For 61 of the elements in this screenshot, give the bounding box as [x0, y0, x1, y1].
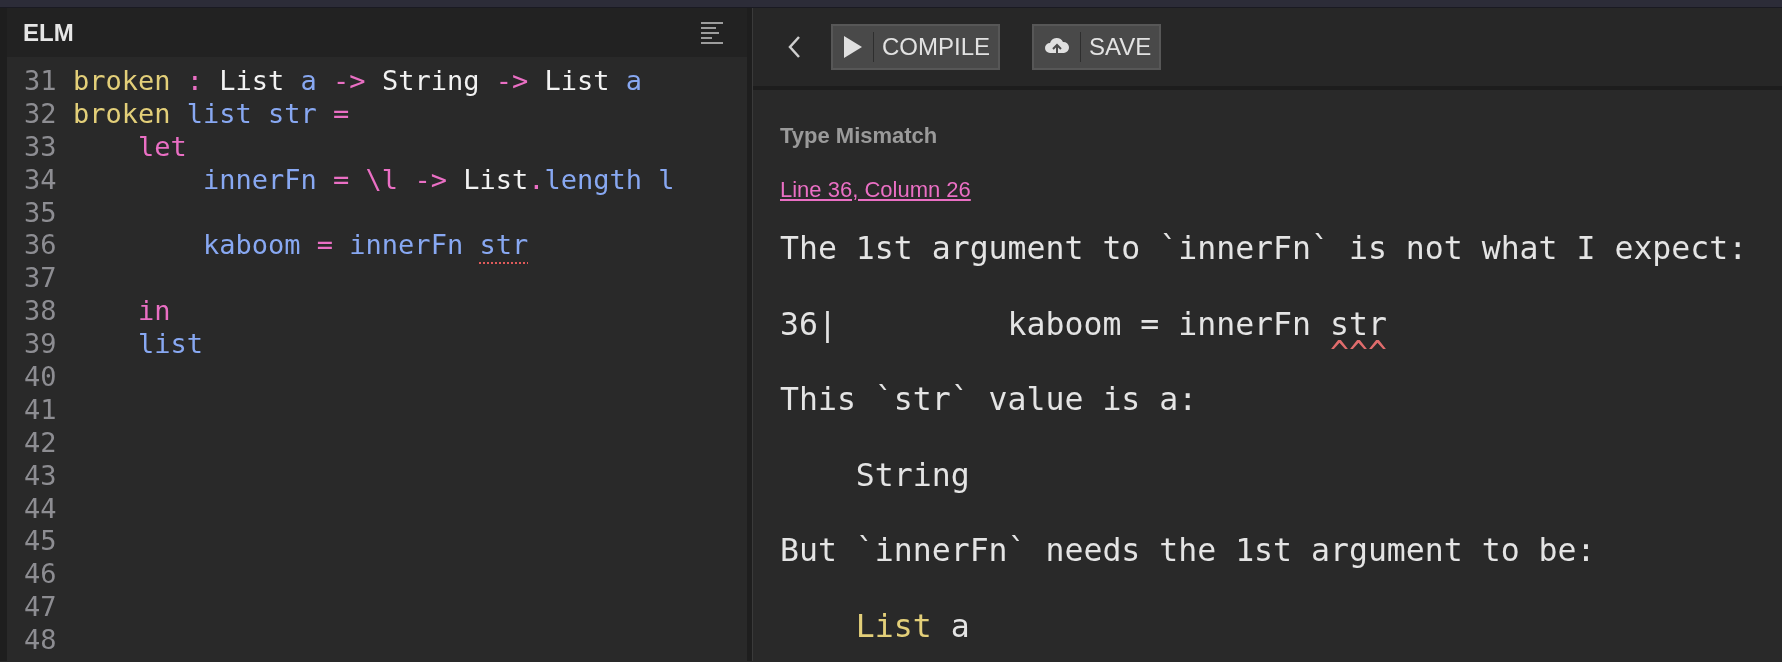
line-number: 48: [23, 624, 58, 658]
type-name: List: [462, 163, 529, 195]
identifier: innerFn: [348, 229, 465, 261]
operator: ->: [494, 65, 529, 96]
operator: ->: [413, 163, 447, 195]
type-name: List: [543, 65, 610, 96]
operator: :: [185, 65, 204, 96]
message-text: a: [949, 607, 970, 644]
identifier: l: [657, 163, 675, 195]
line-number: 36: [23, 229, 58, 263]
identifier: length: [544, 163, 642, 195]
operator: =: [315, 229, 334, 261]
type-name: String: [380, 65, 480, 96]
operator: =: [332, 97, 350, 129]
type-name: List: [218, 65, 285, 96]
line-number: 31: [23, 65, 58, 98]
identifier: str: [479, 229, 529, 261]
line-number: 43: [23, 459, 58, 493]
line-number: 37: [23, 262, 58, 296]
identifier: a: [624, 65, 642, 96]
editor-title: ELM: [23, 17, 74, 48]
back-chevron-icon[interactable]: [787, 35, 801, 59]
line-number: 42: [23, 426, 58, 460]
line-number: 45: [23, 525, 58, 559]
line-number: 47: [23, 591, 58, 625]
keyword: in: [137, 295, 171, 327]
error-caret: ^^^: [1328, 335, 1387, 372]
function-name: broken: [73, 65, 171, 96]
line-number: 32: [23, 97, 58, 131]
line-number: 39: [23, 328, 58, 361]
identifier: list: [185, 97, 252, 129]
operator: .: [528, 163, 545, 195]
message-text: String: [854, 456, 970, 493]
play-icon: [843, 35, 863, 59]
function-name: broken: [73, 97, 171, 129]
operator: ->: [332, 65, 366, 96]
line-number: 40: [23, 361, 58, 394]
line-number: 41: [23, 393, 58, 427]
message-text: But `innerFn` needs the 1st argument to be:: [780, 532, 1596, 569]
keyword: let: [137, 130, 187, 162]
identifier: list: [137, 328, 204, 360]
identifier: innerFn: [202, 163, 317, 195]
line-number: 44: [23, 492, 58, 526]
line-number: 38: [23, 295, 58, 329]
message-text: The 1st argument to `innerFn` is not what I expect:: [780, 230, 1748, 266]
line-number: 33: [23, 130, 58, 164]
operator: =: [332, 163, 350, 195]
compile-button[interactable]: COMPILE: [831, 24, 1001, 70]
line-number: 34: [23, 163, 58, 197]
error-location-link[interactable]: Line 36, Column 26: [780, 177, 971, 202]
save-button[interactable]: SAVE: [1032, 24, 1162, 70]
error-title: Type Mismatch: [780, 122, 939, 150]
line-number: 46: [23, 558, 58, 592]
type-name: List: [854, 607, 932, 644]
identifier: a: [299, 65, 317, 96]
identifier: kaboom: [202, 229, 301, 261]
identifier: str: [267, 97, 317, 129]
align-left-icon[interactable]: [701, 20, 723, 45]
line-number: 35: [23, 196, 58, 230]
message-text: This `str` value is a:: [780, 381, 1198, 418]
operator: \l: [364, 163, 399, 195]
